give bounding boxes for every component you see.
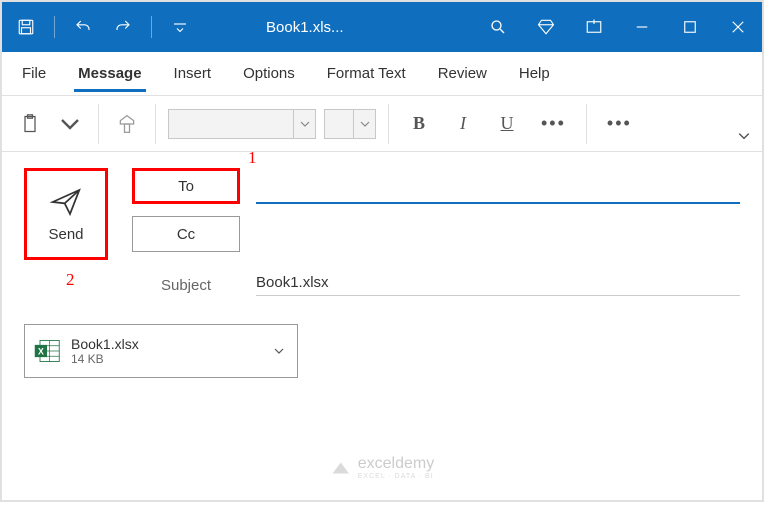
tab-help[interactable]: Help (515, 57, 554, 90)
search-icon[interactable] (474, 2, 522, 52)
watermark: exceldemy EXCEL · DATA · BI (330, 455, 434, 480)
compose-header: Send 2 1 To Cc Subject Book1.xlsx (2, 152, 762, 312)
tab-insert[interactable]: Insert (170, 57, 216, 90)
cc-button[interactable]: Cc (132, 216, 240, 252)
send-label: Send (48, 226, 83, 243)
watermark-brand: exceldemy (358, 455, 434, 472)
customize-qat-icon[interactable] (164, 11, 196, 43)
save-icon[interactable] (10, 11, 42, 43)
title-bar: Book1.xls... (2, 2, 762, 52)
attachment-name: Book1.xlsx (71, 336, 259, 352)
undo-icon[interactable] (67, 11, 99, 43)
subject-label: Subject (132, 277, 240, 294)
logo-icon (330, 457, 352, 479)
chevron-down-icon (353, 110, 375, 138)
more-commands-button[interactable]: ••• (599, 113, 640, 134)
annotation-2: 2 (66, 270, 75, 290)
redo-icon[interactable] (107, 11, 139, 43)
font-name-combo[interactable] (168, 109, 316, 139)
italic-button[interactable]: I (445, 106, 481, 142)
more-formatting-button[interactable]: ••• (533, 113, 574, 134)
svg-text:X: X (38, 347, 44, 357)
maximize-icon[interactable] (666, 2, 714, 52)
close-icon[interactable] (714, 2, 762, 52)
attachment-size: 14 KB (71, 352, 259, 366)
chevron-down-icon (293, 110, 315, 138)
send-button[interactable]: Send (24, 168, 108, 260)
ribbon-toolbar: B I U ••• ••• (2, 96, 762, 152)
minimize-icon[interactable] (618, 2, 666, 52)
font-size-combo[interactable] (324, 109, 376, 139)
subject-field[interactable]: Book1.xlsx (256, 274, 740, 296)
premium-icon[interactable] (522, 2, 570, 52)
paste-dropdown-icon[interactable] (54, 106, 86, 142)
to-field[interactable] (256, 202, 740, 204)
watermark-tagline: EXCEL · DATA · BI (358, 473, 434, 480)
tab-format-text[interactable]: Format Text (323, 57, 410, 90)
tab-message[interactable]: Message (74, 57, 145, 90)
format-painter-icon[interactable] (111, 106, 143, 142)
tab-file[interactable]: File (18, 57, 50, 90)
tab-options[interactable]: Options (239, 57, 299, 90)
to-button[interactable]: To (132, 168, 240, 204)
outlook-compose-window: Book1.xls... File Message Insert (0, 0, 764, 502)
underline-button[interactable]: U (489, 106, 525, 142)
paste-icon[interactable] (14, 106, 46, 142)
attachment-dropdown-icon[interactable] (269, 346, 289, 356)
attachment-chip[interactable]: X Book1.xlsx 14 KB (24, 324, 298, 378)
bold-button[interactable]: B (401, 106, 437, 142)
window-title: Book1.xls... (266, 19, 344, 36)
ribbon-display-icon[interactable] (570, 2, 618, 52)
tab-review[interactable]: Review (434, 57, 491, 90)
collapse-ribbon-icon[interactable] (738, 129, 750, 147)
ribbon-tabs: File Message Insert Options Format Text … (2, 52, 762, 96)
paper-plane-icon (50, 186, 82, 218)
annotation-1: 1 (248, 148, 257, 168)
excel-file-icon: X (33, 337, 61, 365)
